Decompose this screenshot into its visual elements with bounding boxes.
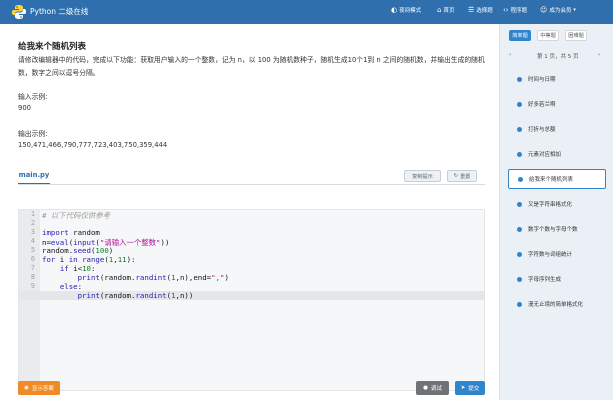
bullet-icon bbox=[517, 151, 522, 157]
line-gutter: 1 2 3 4 5 6 7 8 9 10 bbox=[19, 210, 40, 390]
bullet-icon bbox=[517, 126, 522, 132]
code-line: print(random.randint(1,n)) bbox=[77, 291, 194, 300]
nav-label: 夜间模式 bbox=[399, 8, 422, 14]
nav-label: 首页 bbox=[443, 8, 455, 14]
line-number: 6 bbox=[30, 255, 35, 263]
nav-home[interactable]: ⌂ 首页 bbox=[437, 6, 454, 14]
line-number: 9 bbox=[30, 282, 35, 290]
nav-label: 成为会员 bbox=[549, 8, 572, 14]
python-logo-icon bbox=[12, 5, 26, 19]
exercise-item[interactable]: 时间与日期 bbox=[508, 69, 606, 89]
top-bar: Python 二级在线 ◐ 夜间模式 ⌂ 首页 ☰ 选择题 ‹› 程序题 ☺ 成… bbox=[0, 0, 613, 24]
main-panel: 给我来个随机列表 请修改编辑器中的代码，完成以下功能：获取用户输入的一个整数，记… bbox=[0, 24, 499, 400]
output-example-value: 150,471,466,790,777,723,403,750,359,444 bbox=[18, 141, 168, 149]
user-icon: ☺ bbox=[540, 6, 548, 14]
reset-icon: ↻ bbox=[453, 173, 458, 179]
reset-button[interactable]: ↻ 重置 bbox=[447, 170, 477, 182]
exercise-label: 数字个数与字母个数 bbox=[528, 227, 578, 233]
code-line: print(random.randint(1,n),end=",") bbox=[77, 273, 229, 282]
exercise-item[interactable]: 漫无止境的简单格式化 bbox=[508, 294, 606, 314]
input-example-value: 900 bbox=[18, 104, 31, 112]
nav-become-member[interactable]: ☺ 成为会员 ▾ bbox=[540, 6, 576, 14]
submit-button[interactable]: ➤ 提交 bbox=[455, 381, 485, 395]
exercise-item[interactable]: 又是字符串格式化 bbox=[508, 194, 606, 214]
line-number: 7 bbox=[30, 264, 35, 272]
exercise-label: 时间与日期 bbox=[528, 77, 556, 83]
submit-icon: ➤ bbox=[460, 385, 466, 391]
exercise-label: 字符数与词组统计 bbox=[528, 252, 573, 258]
nav-night-mode[interactable]: ◐ 夜间模式 bbox=[391, 6, 421, 14]
exercise-label: 又是字符串格式化 bbox=[528, 202, 573, 208]
tab-divider bbox=[18, 184, 485, 185]
exercise-sidebar: 简单题 中等题 困难题 ‹ 第 1 页，共 5 页 › 时间与日期 好多若兰啊 … bbox=[499, 24, 613, 400]
nav-label: 程序题 bbox=[510, 8, 528, 14]
chevron-down-icon: ▾ bbox=[573, 7, 576, 13]
copy-hint-label: 复制提示 bbox=[412, 173, 433, 180]
submit-label: 提交 bbox=[468, 386, 480, 392]
exercise-label: 给我来个随机列表 bbox=[529, 177, 574, 183]
nav-programming[interactable]: ‹› 程序题 bbox=[503, 6, 527, 14]
next-page-button[interactable]: › bbox=[598, 52, 600, 58]
tab-hard[interactable]: 困难题 bbox=[565, 30, 587, 41]
debug-button[interactable]: ● 调试 bbox=[416, 381, 449, 395]
problem-description: 请修改编辑器中的代码，完成以下功能：获取用户输入的一个整数，记为 n，以 100… bbox=[18, 56, 485, 77]
tab-easy[interactable]: 简单题 bbox=[509, 30, 531, 41]
bullet-icon bbox=[517, 251, 522, 257]
debug-label: 调试 bbox=[430, 386, 442, 392]
copy-hint-button[interactable]: 复制提示 bbox=[404, 170, 441, 182]
bullet-icon bbox=[517, 226, 522, 232]
input-example-label: 输入示例: bbox=[18, 93, 48, 101]
exercise-label: 漫无止境的简单格式化 bbox=[528, 302, 584, 308]
exercise-label: 好多若兰啊 bbox=[528, 102, 556, 108]
show-answer-button[interactable]: ◉ 显示答案 bbox=[18, 381, 60, 395]
code-line: if i<10: bbox=[59, 264, 96, 273]
bullet-icon bbox=[518, 176, 523, 182]
code-line: # 以下代码仅供参考 bbox=[42, 211, 111, 220]
line-number: 3 bbox=[30, 228, 35, 236]
eye-icon: ◉ bbox=[24, 385, 29, 391]
bullet-icon bbox=[517, 76, 522, 82]
home-icon: ⌂ bbox=[437, 6, 442, 14]
line-number: 1 bbox=[30, 210, 35, 218]
nav-multiple-choice[interactable]: ☰ 选择题 bbox=[468, 6, 493, 14]
bullet-icon bbox=[517, 276, 522, 282]
exercise-label: 字母序列生成 bbox=[528, 277, 562, 283]
line-number: 5 bbox=[30, 246, 35, 254]
line-number: 4 bbox=[30, 237, 35, 245]
exercise-label: 打折与总额 bbox=[528, 127, 556, 133]
tab-main-py[interactable]: main.py bbox=[18, 169, 50, 185]
list-icon: ☰ bbox=[468, 6, 475, 14]
code-line: random.seed(100) bbox=[42, 246, 114, 255]
code-editor[interactable]: 1 2 3 4 5 6 7 8 9 10 # 以下代码仅供参考 import r… bbox=[18, 209, 485, 391]
prev-page-button[interactable]: ‹ bbox=[509, 52, 511, 58]
exercise-item[interactable]: 字符数与词组统计 bbox=[508, 244, 606, 264]
bullet-icon bbox=[517, 301, 522, 307]
page-indicator: 第 1 页，共 5 页 bbox=[537, 54, 579, 60]
code-line: import random bbox=[42, 228, 100, 237]
problem-title: 给我来个随机列表 bbox=[18, 42, 87, 52]
reset-label: 重置 bbox=[459, 173, 471, 180]
exercise-item[interactable]: 数字个数与字母个数 bbox=[508, 219, 606, 239]
code-line: for i in range(1,11): bbox=[42, 255, 136, 264]
bullet-icon bbox=[517, 201, 522, 207]
moon-icon: ◐ bbox=[391, 6, 398, 14]
code-icon: ‹› bbox=[503, 6, 509, 14]
nav-label: 选择题 bbox=[476, 8, 493, 14]
exercise-item[interactable]: 字母序列生成 bbox=[508, 269, 606, 289]
app-title: Python 二级在线 bbox=[30, 7, 89, 16]
exercise-item[interactable]: 元素对应相加 bbox=[508, 144, 606, 164]
line-number: 8 bbox=[30, 273, 35, 281]
tab-medium[interactable]: 中等题 bbox=[537, 30, 559, 41]
exercise-item-active[interactable]: 给我来个随机列表 bbox=[508, 169, 606, 189]
bullet-icon bbox=[517, 101, 522, 107]
exercise-item[interactable]: 打折与总额 bbox=[508, 119, 606, 139]
line-number: 2 bbox=[30, 219, 35, 227]
debug-icon: ● bbox=[423, 385, 428, 391]
show-answer-label: 显示答案 bbox=[31, 386, 54, 392]
code-line: else: bbox=[59, 282, 83, 291]
exercise-label: 元素对应相加 bbox=[528, 152, 562, 158]
exercise-item[interactable]: 好多若兰啊 bbox=[508, 94, 606, 114]
output-example-label: 输出示例: bbox=[18, 130, 48, 138]
